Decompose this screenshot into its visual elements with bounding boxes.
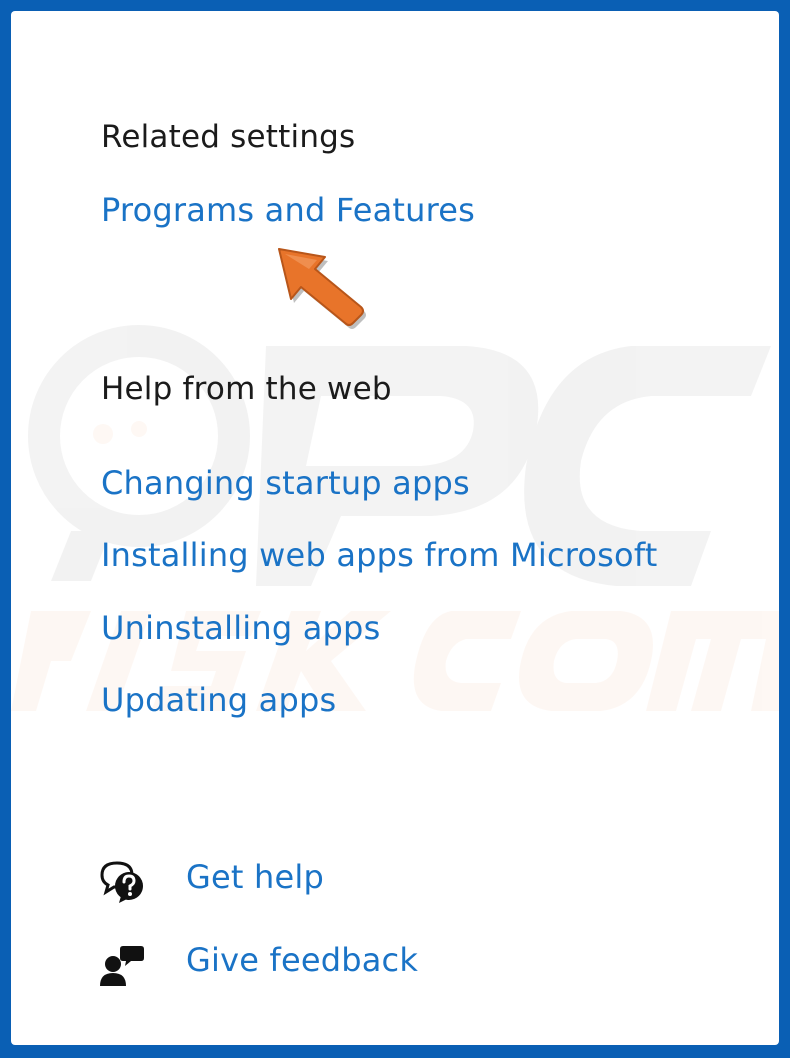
programs-and-features-link[interactable]: Programs and Features bbox=[101, 191, 475, 229]
get-help-row[interactable]: Get help bbox=[99, 858, 699, 908]
give-feedback-row[interactable]: Give feedback bbox=[99, 941, 699, 991]
give-feedback-icon bbox=[100, 946, 144, 986]
give-feedback-label: Give feedback bbox=[186, 941, 419, 979]
get-help-icon bbox=[100, 861, 143, 903]
pointer-arrow-icon bbox=[278, 248, 366, 329]
updating-apps-link[interactable]: Updating apps bbox=[101, 681, 336, 719]
get-help-label: Get help bbox=[186, 858, 324, 896]
changing-startup-apps-link[interactable]: Changing startup apps bbox=[101, 464, 470, 502]
settings-panel: Related settings Programs and Features H… bbox=[11, 11, 779, 1045]
installing-web-apps-link[interactable]: Installing web apps from Microsoft bbox=[101, 536, 657, 574]
uninstalling-apps-link[interactable]: Uninstalling apps bbox=[101, 609, 380, 647]
window-frame: Related settings Programs and Features H… bbox=[0, 0, 790, 1058]
related-settings-heading: Related settings bbox=[101, 119, 356, 155]
help-from-web-heading: Help from the web bbox=[101, 371, 392, 407]
